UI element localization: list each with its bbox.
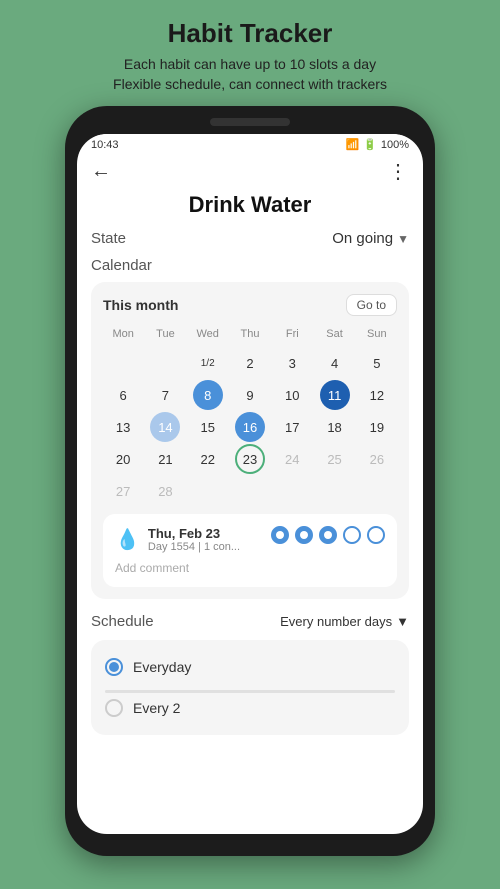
signal-icon: 📶 xyxy=(345,138,359,151)
circle-1[interactable] xyxy=(271,526,289,544)
state-value-dropdown[interactable]: On going ▼ xyxy=(332,230,409,247)
nav-bar: ← ⋮ xyxy=(77,155,423,192)
cal-day-11[interactable]: 11 xyxy=(320,380,350,410)
cal-day-4[interactable]: 4 xyxy=(320,348,350,378)
cal-day-19[interactable]: 19 xyxy=(362,412,392,442)
add-comment[interactable]: Add comment xyxy=(115,561,385,575)
cal-day-22[interactable]: 22 xyxy=(193,444,223,474)
state-label: State xyxy=(91,230,126,247)
goto-button[interactable]: Go to xyxy=(346,294,397,316)
every2-label: Every 2 xyxy=(133,700,180,716)
phone-screen: 10:43 📶 🔋 100% ← ⋮ Drink Water State On … xyxy=(77,134,423,834)
cal-day-12[interactable]: 12 xyxy=(362,380,392,410)
day-header-fri: Fri xyxy=(272,326,312,346)
cal-day-25: 25 xyxy=(320,444,350,474)
cal-day-1[interactable]: 1/2 xyxy=(193,348,223,378)
cal-day-3[interactable]: 3 xyxy=(277,348,307,378)
cal-day-21[interactable]: 21 xyxy=(150,444,180,474)
cal-day-20[interactable]: 20 xyxy=(108,444,138,474)
cal-day-2[interactable]: 2 xyxy=(235,348,265,378)
water-icon: 💧 xyxy=(115,527,140,552)
cal-day-14[interactable]: 14 xyxy=(150,412,180,442)
day-detail-info: Thu, Feb 23 Day 1554 | 1 con... xyxy=(148,526,240,553)
battery-icon: 🔋 xyxy=(363,138,377,151)
battery-percent: 100% xyxy=(381,139,409,151)
radio-every2[interactable] xyxy=(105,699,123,717)
schedule-option-everyday[interactable]: Everyday xyxy=(105,652,395,682)
cal-day-13[interactable]: 13 xyxy=(108,412,138,442)
app-title: Habit Tracker xyxy=(113,18,387,49)
status-time: 10:43 xyxy=(91,139,119,151)
day-header-sun: Sun xyxy=(357,326,397,346)
status-icons: 📶 🔋 100% xyxy=(345,138,409,151)
status-bar: 10:43 📶 🔋 100% xyxy=(77,134,423,155)
scroll-content: State On going ▼ Calendar This month Go … xyxy=(77,230,423,834)
day-detail-subtitle: Day 1554 | 1 con... xyxy=(148,541,240,553)
app-subtitle: Each habit can have up to 10 slots a day… xyxy=(113,55,387,94)
day-header-wed: Wed xyxy=(188,326,228,346)
cal-day-24: 24 xyxy=(277,444,307,474)
cal-empty xyxy=(108,348,138,378)
cal-day-18[interactable]: 18 xyxy=(320,412,350,442)
radio-inner-everyday xyxy=(109,662,119,672)
state-chevron-icon: ▼ xyxy=(397,232,409,246)
more-button[interactable]: ⋮ xyxy=(388,159,409,184)
app-header: Habit Tracker Each habit can have up to … xyxy=(93,0,407,106)
day-detail: 💧 Thu, Feb 23 Day 1554 | 1 con... xyxy=(103,514,397,587)
everyday-label: Everyday xyxy=(133,659,191,675)
cal-day-28: 28 xyxy=(150,476,180,506)
schedule-chevron-icon: ▼ xyxy=(396,614,409,629)
day-detail-left: 💧 Thu, Feb 23 Day 1554 | 1 con... xyxy=(115,526,240,553)
state-row: State On going ▼ xyxy=(91,230,409,247)
cal-day-7[interactable]: 7 xyxy=(150,380,180,410)
day-header-mon: Mon xyxy=(103,326,143,346)
calendar-label: Calendar xyxy=(91,257,409,274)
calendar-header: This month Go to xyxy=(103,294,397,316)
calendar-month: This month xyxy=(103,297,178,313)
calendar-grid: Mon Tue Wed Thu Fri Sat Sun 1/2 2 3 4 5 xyxy=(103,326,397,506)
cal-day-10[interactable]: 10 xyxy=(277,380,307,410)
circle-2[interactable] xyxy=(295,526,313,544)
schedule-value-text: Every number days xyxy=(280,614,392,629)
day-circles xyxy=(271,526,385,544)
cal-day-5[interactable]: 5 xyxy=(362,348,392,378)
day-header-sat: Sat xyxy=(314,326,354,346)
cal-day-16[interactable]: 16 xyxy=(235,412,265,442)
cal-day-6[interactable]: 6 xyxy=(108,380,138,410)
schedule-dropdown[interactable]: Every number days ▼ xyxy=(280,614,409,629)
day-header-tue: Tue xyxy=(145,326,185,346)
schedule-header: Schedule Every number days ▼ xyxy=(91,613,409,630)
day-detail-header: 💧 Thu, Feb 23 Day 1554 | 1 con... xyxy=(115,526,385,553)
day-detail-date: Thu, Feb 23 xyxy=(148,526,240,541)
circle-5[interactable] xyxy=(367,526,385,544)
cal-empty xyxy=(150,348,180,378)
cal-day-9[interactable]: 9 xyxy=(235,380,265,410)
back-button[interactable]: ← xyxy=(91,160,111,183)
phone-notch xyxy=(210,118,290,126)
state-value-text: On going xyxy=(332,230,393,247)
page-title: Drink Water xyxy=(77,192,423,218)
schedule-label: Schedule xyxy=(91,613,154,630)
schedule-card: Everyday Every 2 xyxy=(91,640,409,735)
circle-4[interactable] xyxy=(343,526,361,544)
phone-device: 10:43 📶 🔋 100% ← ⋮ Drink Water State On … xyxy=(65,106,435,856)
schedule-option-every2[interactable]: Every 2 xyxy=(105,693,395,723)
day-header-thu: Thu xyxy=(230,326,270,346)
circle-3[interactable] xyxy=(319,526,337,544)
cal-day-27: 27 xyxy=(108,476,138,506)
cal-day-26: 26 xyxy=(362,444,392,474)
radio-everyday[interactable] xyxy=(105,658,123,676)
calendar-card: This month Go to Mon Tue Wed Thu Fri Sat… xyxy=(91,282,409,599)
cal-day-17[interactable]: 17 xyxy=(277,412,307,442)
cal-day-23[interactable]: 23 xyxy=(235,444,265,474)
cal-day-15[interactable]: 15 xyxy=(193,412,223,442)
cal-day-8[interactable]: 8 xyxy=(193,380,223,410)
